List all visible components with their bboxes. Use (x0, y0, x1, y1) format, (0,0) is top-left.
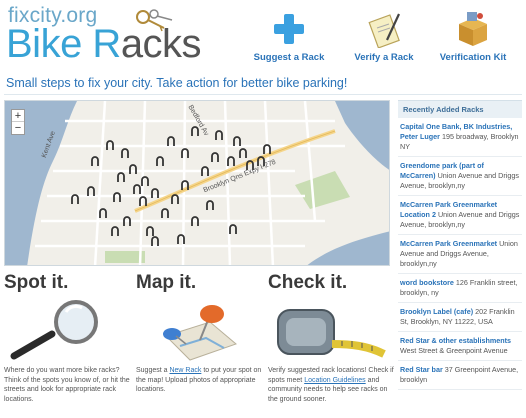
tagline: Small steps to fix your city. Take actio… (6, 76, 348, 90)
tape-measure-icon (277, 309, 386, 358)
rack-name-link[interactable]: word bookstore (400, 278, 454, 287)
nav-suggest-rack[interactable]: Suggest a Rack (246, 10, 332, 68)
rack-marker-icon[interactable] (206, 200, 214, 210)
nav-verify-rack[interactable]: Verify a Rack (344, 10, 424, 68)
logo-title: Bike Racks (6, 22, 202, 66)
logo-title-part1: Bike R (6, 22, 121, 66)
rack-address: West Street & Greenpoint Avenue (400, 346, 508, 355)
rack-name-link[interactable]: McCarren Park Greenmarket (400, 239, 497, 248)
section-title: Map it. (136, 272, 197, 293)
box-kit-icon (459, 12, 487, 46)
rack-marker-icon[interactable] (87, 186, 95, 196)
new-rack-link[interactable]: New Rack (169, 367, 201, 374)
check-it-section: Check it. Verify suggested rack location… (268, 272, 396, 418)
rack-map[interactable]: + − Brooklyn Qns Expy I-278 Kent Ave Bed… (4, 100, 390, 266)
rack-list-item[interactable]: word bookstore 126 Franklin street, broo… (398, 274, 522, 303)
rack-marker-icon[interactable] (129, 164, 137, 174)
recent-racks-sidebar: Recently Added Racks Capital One Bank, B… (398, 100, 522, 418)
nav-verify-label: Verify a Rack (354, 52, 414, 63)
sidebar-title: Recently Added Racks (398, 100, 522, 118)
rack-list-item[interactable]: McCarren Park Greenmarket Location 2 Uni… (398, 196, 522, 235)
map-pin-icon (163, 305, 237, 361)
rack-marker-icon[interactable] (91, 156, 99, 166)
header-divider (4, 94, 522, 95)
rack-marker-icon[interactable] (229, 224, 237, 234)
map-zoom-control: + − (11, 109, 25, 135)
site-logo[interactable]: fixcity.org Bike Racks (6, 4, 236, 72)
rack-marker-icon[interactable] (239, 148, 247, 158)
rack-name-link[interactable]: Red Star bar (400, 365, 443, 374)
rack-marker-icon[interactable] (167, 136, 175, 146)
rack-list-item[interactable]: Capital One Bank, BK Industries, Peter L… (398, 118, 522, 157)
rack-marker-icon[interactable] (215, 130, 223, 140)
map-it-section: Map it. Suggest a New Rack to put your s… (136, 272, 264, 418)
spot-it-section: Spot it. Where do you want more bike rac… (4, 272, 132, 418)
location-guidelines-link[interactable]: Location Guidelines (304, 377, 366, 384)
section-title: Check it. (268, 272, 348, 293)
rack-marker-icon[interactable] (113, 192, 121, 202)
rack-marker-icon[interactable] (233, 136, 241, 146)
magnifier-icon (10, 300, 98, 360)
section-title: Spot it. (4, 272, 69, 293)
rack-list-item[interactable]: Greendome park (part of McCarren) Union … (398, 157, 522, 196)
section-text: Verify suggested rack locations! Check i… (268, 366, 394, 404)
rack-marker-icon[interactable] (121, 148, 129, 158)
plus-icon (274, 14, 304, 44)
rack-marker-icon[interactable] (146, 226, 154, 236)
rack-marker-icon[interactable] (177, 234, 185, 244)
nav-suggest-label: Suggest a Rack (253, 52, 325, 63)
zoom-in-button[interactable]: + (12, 110, 24, 122)
rack-marker-icon[interactable] (227, 156, 235, 166)
rack-list-item[interactable]: Red Star & other establishments West Str… (398, 332, 522, 361)
rack-marker-icon[interactable] (141, 176, 149, 186)
rack-marker-icon[interactable] (161, 208, 169, 218)
section-text: Suggest a New Rack to put your spot on t… (136, 366, 262, 395)
rack-name-link[interactable]: Red Star & other establishments (400, 336, 511, 345)
rack-marker-icon[interactable] (151, 236, 159, 246)
rack-marker-icon[interactable] (156, 156, 164, 166)
rack-marker-icon[interactable] (117, 172, 125, 182)
rack-name-link[interactable]: Brooklyn Label (cafe) (400, 307, 473, 316)
clipboard-check-icon (368, 13, 400, 48)
section-text-part: Suggest a (136, 367, 170, 374)
rack-marker-icon[interactable] (133, 184, 141, 194)
rack-marker-icon[interactable] (211, 152, 219, 162)
rack-list-item[interactable]: McCarren Park Greenmarket Union Avenue a… (398, 235, 522, 274)
nav-verification-kit[interactable]: Verification Kit (430, 10, 516, 68)
rack-marker-icon[interactable] (111, 226, 119, 236)
zoom-out-button[interactable]: − (12, 122, 24, 134)
section-text: Where do you want more bike racks? Think… (4, 367, 130, 403)
rack-list-item[interactable]: Red Star bar 37 Greenpoint Avenue, brook… (398, 361, 522, 390)
logo-title-part2: acks (120, 22, 202, 66)
rack-list-item[interactable]: Brooklyn Label (cafe) 202 Franklin St, B… (398, 303, 522, 332)
rack-marker-icon[interactable] (191, 126, 199, 136)
rack-marker-icon[interactable] (99, 208, 107, 218)
nav-kit-label: Verification Kit (439, 52, 507, 63)
